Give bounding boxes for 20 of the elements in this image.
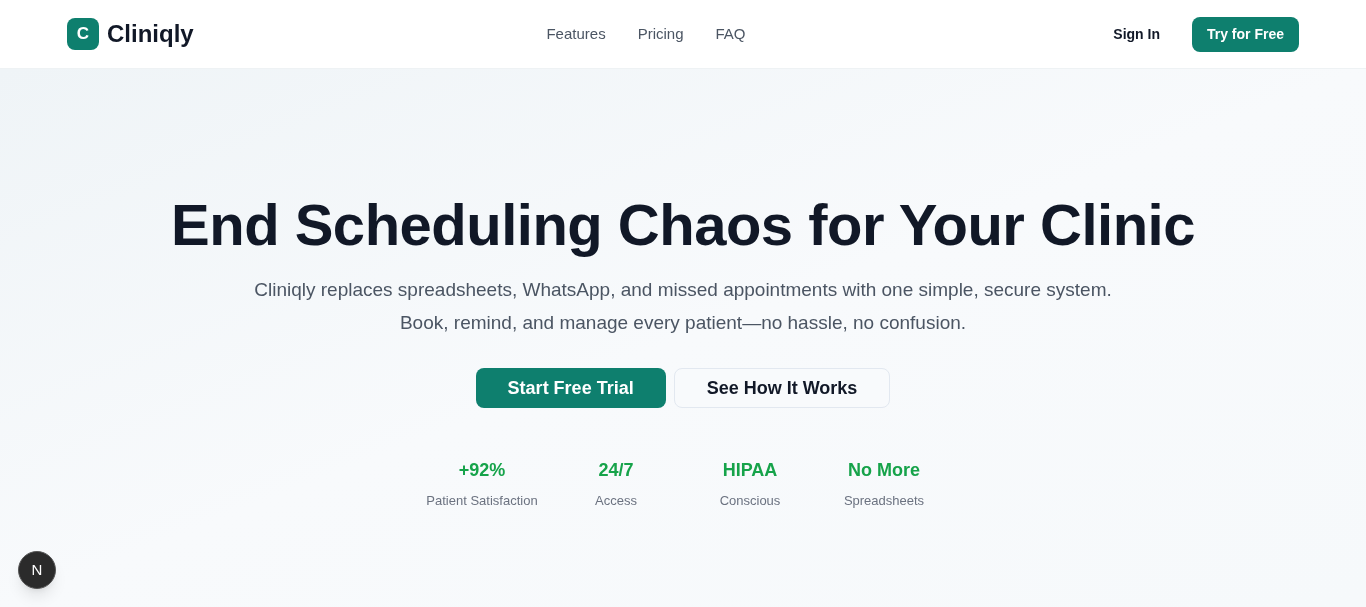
stat-label: Patient Satisfaction xyxy=(426,492,538,510)
hero-subtitle: Cliniqly replaces spreadsheets, WhatsApp, and missed appointments with one simple, secure system. Book, remind, and manage every patient—no hassle, no confusion. xyxy=(253,278,1113,335)
brand-name: Cliniqly xyxy=(107,19,194,49)
nav-link[interactable]: FAQ xyxy=(715,22,746,46)
stat-label: Conscious xyxy=(719,492,781,510)
stat-value: +92% xyxy=(458,459,506,482)
stat-label: Access xyxy=(595,492,637,510)
dev-tools-button[interactable]: N xyxy=(18,551,56,589)
try-for-free-button[interactable]: Try for Free xyxy=(1191,16,1299,52)
sign-in-link[interactable]: Sign In xyxy=(1113,23,1160,45)
stat-value: No More xyxy=(848,459,920,482)
nav-link[interactable]: Features xyxy=(546,22,606,46)
stat-value: 24/7 xyxy=(598,459,634,482)
nav-link[interactable]: Pricing xyxy=(637,22,684,46)
stat-value: HIPAA xyxy=(722,459,778,482)
logo-mark: C xyxy=(67,18,99,50)
stat-label: Spreadsheets xyxy=(843,492,925,510)
hero-heading: End Scheduling Chaos for Your Clinic xyxy=(171,191,1195,259)
start-trial-button[interactable]: Start Free Trial xyxy=(475,368,666,408)
how-it-works-button[interactable]: See How It Works xyxy=(673,368,891,408)
